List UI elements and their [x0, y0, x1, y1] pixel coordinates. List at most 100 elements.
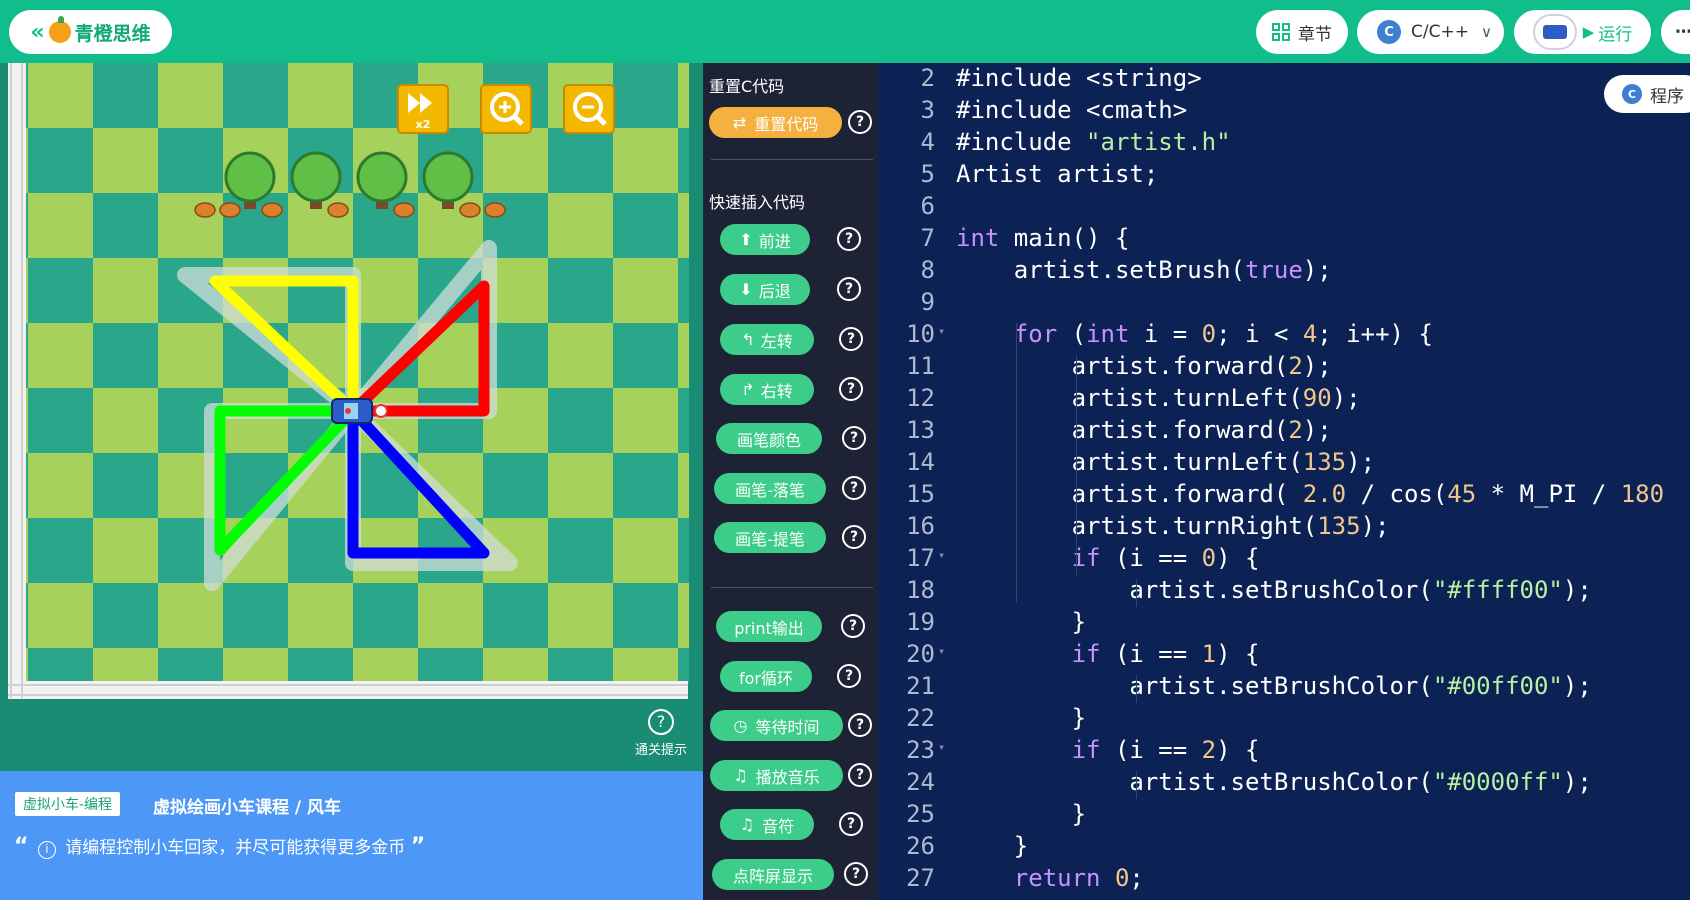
turn-right-button[interactable]: ↱ 右转: [720, 374, 814, 405]
brush-down-button[interactable]: 画笔-落笔: [714, 473, 826, 504]
code-text: artist.turnLeft(135);: [956, 448, 1376, 476]
program-label: 程序: [1650, 86, 1684, 107]
play-music-label: 播放音乐: [755, 767, 820, 787]
fold-arrow-icon[interactable]: ▾: [938, 324, 945, 338]
code-editor[interactable]: 2 #include <string> 3 #include <cmath> 4 #inc…: [878, 63, 1690, 900]
line-number: 3: [920, 96, 935, 124]
run-label: 运行: [1598, 24, 1633, 45]
forward-label: 前进: [758, 231, 791, 251]
play-music-button[interactable]: ♫ 播放音乐: [710, 760, 843, 791]
divider: [711, 587, 873, 588]
turn-left-help-icon[interactable]: ?: [839, 327, 863, 351]
line-number: 26: [906, 832, 935, 860]
code-text: artist.setBrush(true);: [956, 256, 1332, 284]
code-text: }: [956, 704, 1087, 732]
code-text: if (i == 0) {: [1071, 544, 1260, 572]
note-help-icon[interactable]: ?: [839, 812, 863, 836]
play-icon: ▶: [1582, 23, 1595, 41]
fence-bottom: [8, 681, 688, 699]
zoom-out-button[interactable]: [563, 84, 615, 134]
backward-help-icon[interactable]: ?: [837, 277, 861, 301]
for-loop-help-icon[interactable]: ?: [837, 664, 861, 688]
quick-insert-title: 快速插入代码: [709, 193, 806, 212]
speed-label: x2: [416, 118, 431, 131]
backward-button[interactable]: ⬇ 后退: [720, 274, 810, 305]
clock-icon: ◷: [733, 716, 748, 735]
music-help-icon[interactable]: ?: [848, 763, 872, 787]
wait-help-icon[interactable]: ?: [848, 713, 872, 737]
indent-guide: [1076, 355, 1077, 575]
for-loop-button[interactable]: for循环: [720, 661, 812, 692]
wait-time-button[interactable]: ◷ 等待时间: [710, 710, 843, 741]
game-board[interactable]: x2: [0, 63, 703, 703]
line-number: 13: [906, 416, 935, 444]
turn-left-button[interactable]: ↰ 左转: [720, 324, 814, 355]
print-output-button[interactable]: print输出: [716, 611, 822, 642]
line-number: 18: [906, 576, 935, 604]
arrow-down-icon: ⬇: [739, 280, 753, 299]
line-number: 11: [906, 352, 935, 380]
chapter-button[interactable]: 章节: [1256, 10, 1348, 54]
reset-label: 重置代码: [754, 114, 819, 134]
code-text: }: [956, 832, 1029, 860]
run-button[interactable]: ▶ 运行: [1514, 10, 1651, 54]
fold-arrow-icon[interactable]: ▾: [938, 740, 945, 754]
line-number: 25: [906, 800, 935, 828]
wait-time-label: 等待时间: [755, 717, 820, 737]
line-number: 5: [920, 160, 935, 188]
fold-arrow-icon[interactable]: ▾: [938, 548, 945, 562]
line-number: 14: [906, 448, 935, 476]
reset-icon: ⇄: [732, 113, 747, 132]
fold-arrow-icon[interactable]: ▾: [938, 644, 945, 658]
tip-text: 请编程控制小车回家，并尽可能获得更多金币: [65, 838, 406, 858]
hint-button[interactable]: ? 通关提示: [626, 709, 696, 758]
program-button[interactable]: C 程序: [1604, 75, 1690, 113]
code-text: if (i == 2) {: [1071, 736, 1260, 764]
line-number: 23: [906, 736, 935, 764]
hint-label: 通关提示: [634, 743, 687, 758]
zoom-in-button[interactable]: [480, 84, 532, 134]
print-help-icon[interactable]: ?: [841, 614, 865, 638]
code-panel: 重置C代码 ⇄ 重置代码 ? 快速插入代码 ⬆ 前进 ? ⬇ 后退 ? ↰ 左转 ? ↱…: [703, 63, 878, 900]
language-select[interactable]: C C/C++ ∨: [1357, 10, 1504, 54]
brush-color-help-icon[interactable]: ?: [842, 426, 866, 450]
line-number: 10: [906, 320, 935, 348]
turn-right-help-icon[interactable]: ?: [839, 377, 863, 401]
turn-right-label: 右转: [760, 381, 793, 401]
line-number: 7: [920, 224, 935, 252]
brand-name: 青橙思维: [74, 22, 151, 45]
backward-label: 后退: [758, 281, 791, 301]
line-number: 19: [906, 608, 935, 636]
cpp-icon: C: [1377, 20, 1401, 44]
back-logo-button[interactable]: « 青橙思维: [9, 10, 172, 54]
game-area: x2 ? 通关提示: [0, 63, 703, 771]
reset-help-icon[interactable]: ?: [848, 110, 872, 134]
dot-matrix-help-icon[interactable]: ?: [844, 862, 868, 886]
code-text: artist.setBrushColor("#ffff00");: [956, 576, 1592, 604]
code-text: #include <cmath>: [956, 96, 1188, 124]
forward-button[interactable]: ⬆ 前进: [720, 224, 810, 255]
line-number: 27: [906, 864, 935, 892]
music-note-icon: ♫: [739, 815, 755, 834]
forward-help-icon[interactable]: ?: [837, 227, 861, 251]
line-number: 9: [920, 288, 935, 316]
speed-x2-button[interactable]: x2: [397, 84, 449, 134]
line-number: 8: [920, 256, 935, 284]
note-button[interactable]: ♫ 音符: [720, 809, 814, 840]
reset-code-button[interactable]: ⇄ 重置代码: [709, 107, 842, 138]
brush-color-button[interactable]: 画笔颜色: [716, 423, 822, 454]
note-label: 音符: [762, 816, 795, 836]
indent-guide: [1136, 675, 1137, 703]
indent-guide: [1136, 771, 1137, 799]
more-button[interactable]: ⋯: [1661, 10, 1690, 54]
line-number: 22: [906, 704, 935, 732]
dot-matrix-button[interactable]: 点阵屏显示: [712, 859, 834, 890]
open-quote: “: [14, 834, 29, 859]
brush-down-help-icon[interactable]: ?: [842, 476, 866, 500]
brush-up-button[interactable]: 画笔-提笔: [714, 522, 826, 553]
code-text: }: [956, 608, 1087, 636]
code-text: int main() {: [956, 224, 1130, 252]
brush-up-help-icon[interactable]: ?: [842, 525, 866, 549]
code-text: if (i == 1) {: [1071, 640, 1260, 668]
code-text: return 0;: [1013, 864, 1144, 892]
